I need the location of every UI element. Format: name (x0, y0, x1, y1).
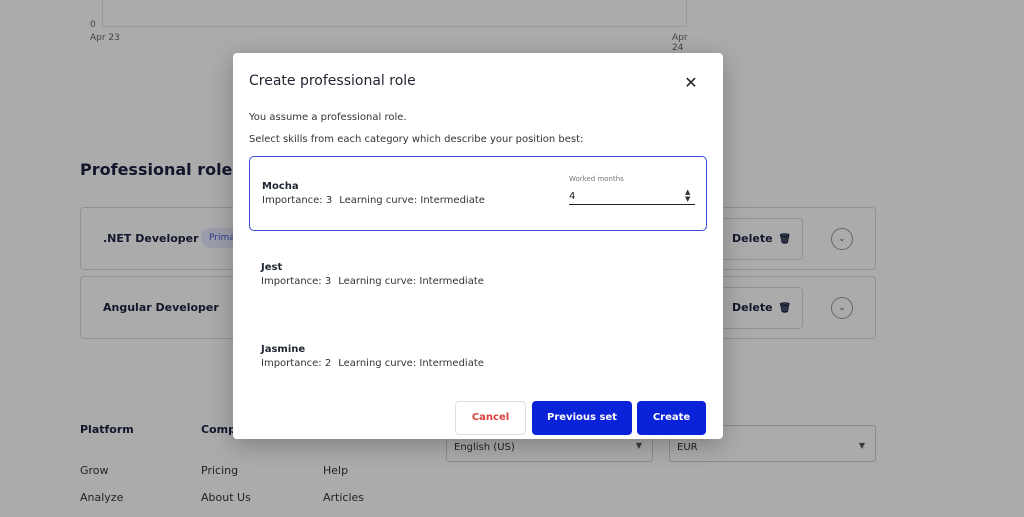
dialog-title: Create professional role (249, 73, 416, 89)
skill-importance: Importance: 3 (262, 195, 333, 206)
skill-name: Jasmine (261, 344, 306, 355)
dialog-intro: You assume a professional role. (249, 112, 407, 123)
worked-months-field: Worked months ▲▼ (569, 175, 695, 206)
skill-learning-curve: Learning curve: Intermediate (338, 276, 484, 287)
skill-meta: Importance: 3 Learning curve: Intermediat… (261, 276, 491, 287)
skill-option-jasmine[interactable]: Jasmine Importance: 2 Learning curve: Int… (249, 320, 707, 395)
skill-importance: Importance: 2 (261, 358, 332, 369)
skill-meta: Importance: 2 Learning curve: Intermediat… (261, 358, 491, 369)
create-role-dialog: Create professional role ✕ You assume a … (233, 53, 723, 439)
skill-meta: Importance: 3 Learning curve: Intermediat… (262, 195, 492, 206)
skill-option-mocha[interactable]: Mocha Importance: 3 Learning curve: Inter… (249, 156, 707, 231)
skill-learning-curve: Learning curve: Intermediate (338, 358, 484, 369)
skill-option-jest[interactable]: Jest Importance: 3 Learning curve: Interm… (249, 238, 707, 313)
previous-set-button[interactable]: Previous set (532, 401, 632, 435)
worked-months-input[interactable] (569, 188, 695, 205)
worked-months-label: Worked months (569, 175, 624, 183)
cancel-button[interactable]: Cancel (455, 401, 526, 435)
skill-importance: Importance: 3 (261, 276, 332, 287)
skill-learning-curve: Learning curve: Intermediate (339, 195, 485, 206)
number-stepper-icon[interactable]: ▲ ▼ (685, 189, 690, 203)
create-button[interactable]: Create (637, 401, 706, 435)
close-icon[interactable]: ✕ (681, 73, 701, 93)
skill-name: Mocha (262, 181, 299, 192)
skill-name: Jest (261, 262, 283, 273)
dialog-instruction: Select skills from each category which d… (249, 134, 584, 145)
